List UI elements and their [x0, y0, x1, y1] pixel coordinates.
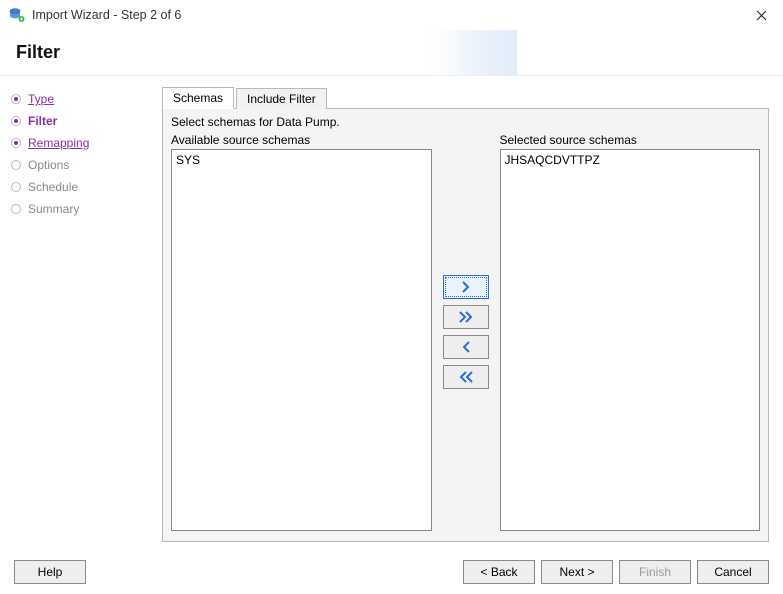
- button-label: Cancel: [714, 565, 751, 579]
- close-icon: [756, 10, 767, 21]
- tabstrip: Schemas Include Filter: [162, 84, 769, 108]
- mover-buttons: [440, 133, 492, 531]
- step-filter[interactable]: Filter: [8, 110, 152, 132]
- help-button[interactable]: Help: [14, 560, 86, 584]
- move-right-button[interactable]: [443, 275, 489, 299]
- step-label: Remapping: [28, 136, 89, 150]
- list-item[interactable]: SYS: [174, 152, 429, 168]
- step-bullet-icon: [8, 182, 24, 192]
- chevron-right-icon: [459, 281, 473, 293]
- wizard-steps-nav: Type Filter Remapping Options Schedule S…: [0, 76, 160, 550]
- step-label: Options: [28, 158, 69, 172]
- tab-label: Include Filter: [247, 92, 316, 106]
- page-title: Filter: [16, 42, 60, 63]
- step-schedule: Schedule: [8, 176, 152, 198]
- move-all-left-button[interactable]: [443, 365, 489, 389]
- chevron-left-icon: [459, 341, 473, 353]
- main-panel: Schemas Include Filter Select schemas fo…: [160, 76, 783, 550]
- header-banner: Filter: [0, 30, 783, 76]
- step-type[interactable]: Type: [8, 88, 152, 110]
- move-all-right-button[interactable]: [443, 305, 489, 329]
- step-bullet-icon: [8, 160, 24, 170]
- button-label: Help: [38, 565, 63, 579]
- selected-label: Selected source schemas: [500, 133, 761, 147]
- button-label: < Back: [480, 565, 517, 579]
- tab-schemas[interactable]: Schemas: [162, 87, 234, 109]
- instruction-text: Select schemas for Data Pump.: [171, 115, 760, 129]
- double-chevron-right-icon: [457, 311, 475, 323]
- button-label: Next >: [559, 565, 594, 579]
- wizard-window: Import Wizard - Step 2 of 6 Filter Type …: [0, 0, 783, 594]
- titlebar: Import Wizard - Step 2 of 6: [0, 0, 783, 30]
- step-label: Filter: [28, 114, 57, 128]
- available-column: Available source schemas SYS: [171, 133, 432, 531]
- selected-column: Selected source schemas JHSAQCDVTTPZ: [500, 133, 761, 531]
- cancel-button[interactable]: Cancel: [697, 560, 769, 584]
- step-label: Schedule: [28, 180, 78, 194]
- step-remapping[interactable]: Remapping: [8, 132, 152, 154]
- step-label: Summary: [28, 202, 79, 216]
- move-left-button[interactable]: [443, 335, 489, 359]
- finish-button: Finish: [619, 560, 691, 584]
- window-title: Import Wizard - Step 2 of 6: [32, 8, 739, 22]
- available-label: Available source schemas: [171, 133, 432, 147]
- dual-list-container: Available source schemas SYS: [171, 133, 760, 531]
- tab-include-filter[interactable]: Include Filter: [236, 88, 327, 109]
- button-label: Finish: [639, 565, 671, 579]
- list-item[interactable]: JHSAQCDVTTPZ: [503, 152, 758, 168]
- app-icon: [8, 6, 26, 24]
- step-label: Type: [28, 92, 54, 106]
- tab-body-schemas: Select schemas for Data Pump. Available …: [162, 108, 769, 542]
- selected-listbox[interactable]: JHSAQCDVTTPZ: [500, 149, 761, 531]
- available-listbox[interactable]: SYS: [171, 149, 432, 531]
- step-summary: Summary: [8, 198, 152, 220]
- footer: Help < Back Next > Finish Cancel: [0, 550, 783, 594]
- close-button[interactable]: [739, 0, 783, 30]
- tab-label: Schemas: [173, 91, 223, 105]
- step-bullet-icon: [8, 138, 24, 148]
- step-bullet-icon: [8, 94, 24, 104]
- back-button[interactable]: < Back: [463, 560, 535, 584]
- double-chevron-left-icon: [457, 371, 475, 383]
- body: Type Filter Remapping Options Schedule S…: [0, 76, 783, 550]
- step-bullet-icon: [8, 204, 24, 214]
- step-options: Options: [8, 154, 152, 176]
- step-bullet-icon: [8, 116, 24, 126]
- next-button[interactable]: Next >: [541, 560, 613, 584]
